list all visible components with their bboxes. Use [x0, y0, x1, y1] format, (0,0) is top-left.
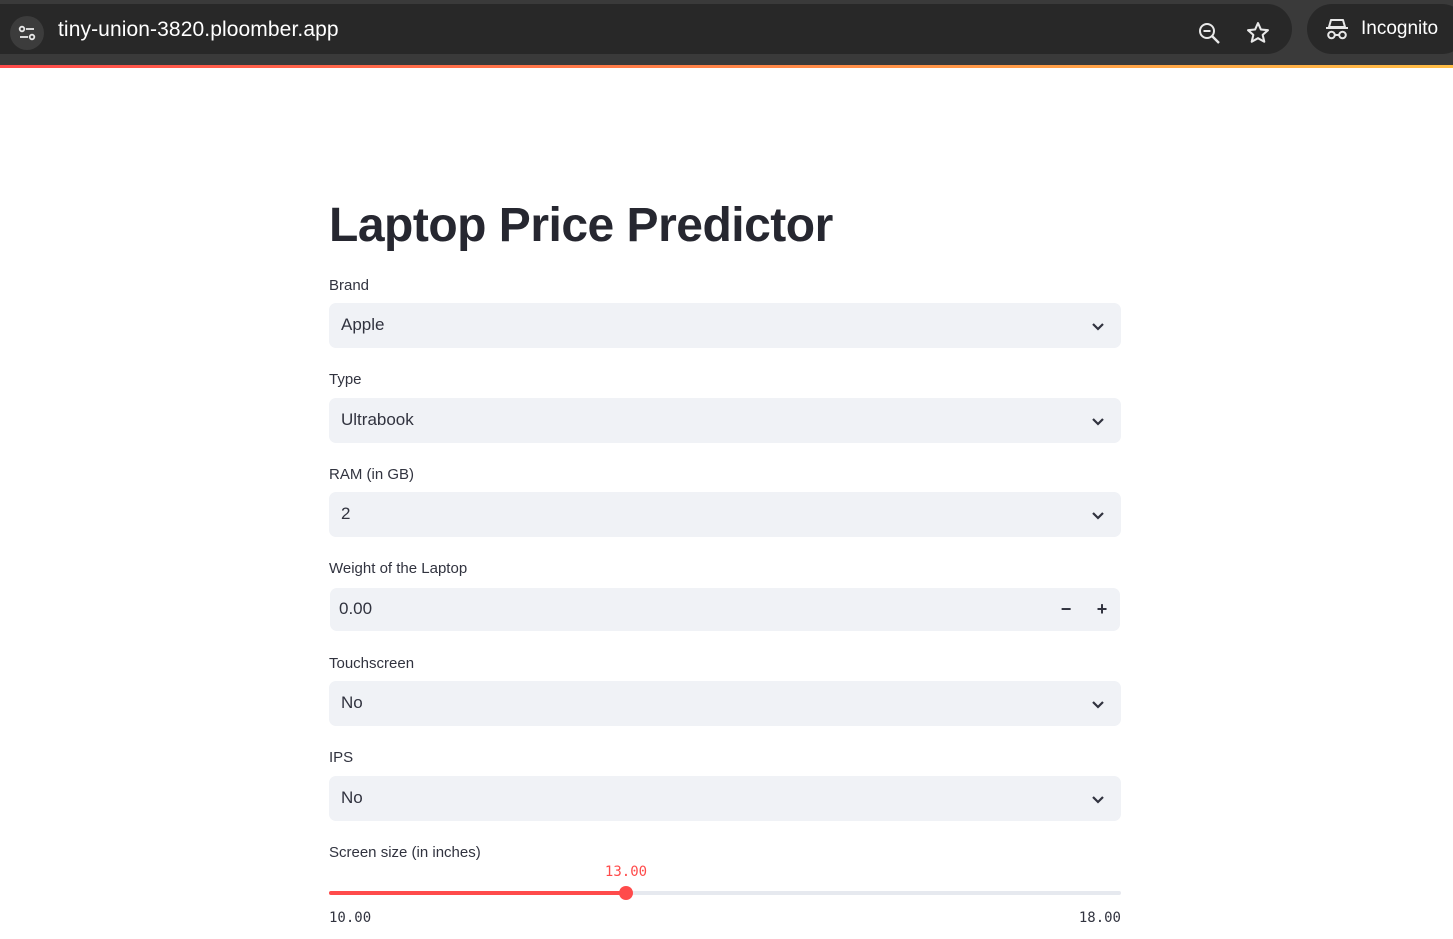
brand-label: Brand — [329, 277, 370, 294]
weight-input-value[interactable]: 0.00 — [339, 599, 372, 619]
type-select[interactable]: Ultrabook — [329, 398, 1121, 443]
ram-select-value: 2 — [341, 504, 351, 523]
ram-label: RAM (in GB) — [329, 466, 415, 483]
brand-select[interactable]: Apple — [329, 303, 1121, 348]
address-bar[interactable]: tiny-union-3820.ploomber.app — [0, 4, 1292, 54]
slider-fill — [329, 891, 626, 895]
zoom-icon[interactable] — [1197, 21, 1221, 50]
incognito-icon — [1324, 16, 1350, 47]
chevron-down-icon — [1091, 792, 1105, 810]
chevron-down-icon — [1091, 697, 1105, 715]
chevron-down-icon — [1091, 319, 1105, 337]
brand-select-value: Apple — [341, 315, 385, 334]
decrement-button[interactable]: − — [1048, 588, 1084, 631]
url-text[interactable]: tiny-union-3820.ploomber.app — [58, 18, 339, 42]
type-select-value: Ultrabook — [341, 410, 414, 429]
touchscreen-select[interactable]: No — [329, 681, 1121, 726]
type-label: Type — [329, 371, 362, 388]
site-info-icon[interactable] — [10, 16, 44, 50]
weight-label: Weight of the Laptop — [329, 560, 468, 577]
weight-number-input[interactable]: 0.00 − + — [330, 588, 1120, 631]
increment-button[interactable]: + — [1084, 588, 1120, 631]
incognito-indicator[interactable]: Incognito — [1307, 4, 1453, 54]
slider-current-value: 13.00 — [604, 864, 648, 880]
ips-label: IPS — [329, 749, 354, 766]
slider-thumb[interactable] — [619, 886, 633, 900]
chevron-down-icon — [1091, 508, 1105, 526]
ips-select[interactable]: No — [329, 776, 1121, 821]
ips-select-value: No — [341, 788, 363, 807]
screen-size-slider[interactable]: 13.00 — [329, 864, 1121, 900]
incognito-label: Incognito — [1361, 18, 1439, 39]
browser-toolbar: tiny-union-3820.ploomber.app Incognito — [0, 0, 1453, 65]
bookmark-star-icon[interactable] — [1245, 20, 1271, 51]
ram-select[interactable]: 2 — [329, 492, 1121, 537]
touchscreen-select-value: No — [341, 693, 363, 712]
page-title: Laptop Price Predictor — [329, 199, 833, 252]
slider-min-label: 10.00 — [329, 910, 372, 926]
touchscreen-label: Touchscreen — [329, 655, 415, 672]
slider-max-label: 18.00 — [1078, 910, 1121, 926]
chevron-down-icon — [1091, 414, 1105, 432]
app-header-decoration — [0, 65, 1453, 68]
screen-size-label: Screen size (in inches) — [329, 844, 481, 861]
